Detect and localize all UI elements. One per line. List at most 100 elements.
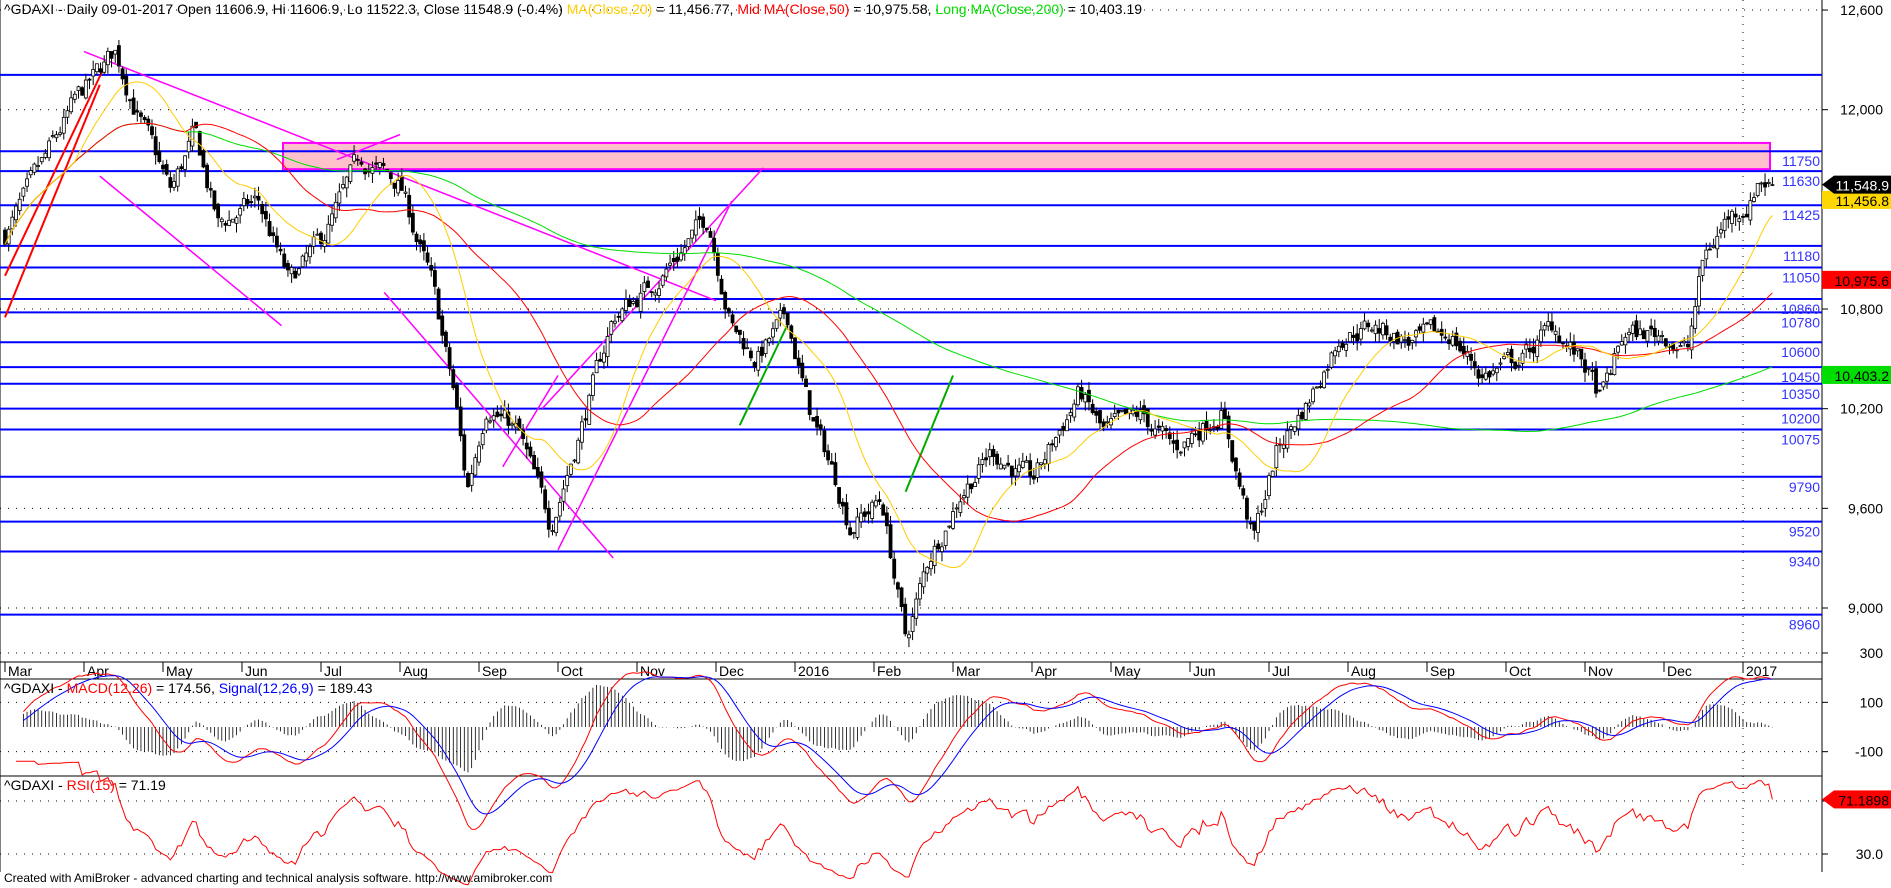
ma200-marker: 10,403.2 [1835, 368, 1890, 384]
candle-up [591, 374, 595, 396]
candle-up [1498, 362, 1503, 365]
candle-up [620, 308, 625, 322]
level-label: 10350 [1781, 386, 1820, 402]
date-tick-label: Mar [8, 663, 32, 679]
candle-up [1494, 367, 1499, 374]
candle-down [1476, 369, 1481, 379]
date-tick-label: May [1114, 663, 1140, 679]
rsi-value: = 71.19 [114, 777, 166, 793]
candle-down [421, 240, 426, 252]
candle-down [433, 270, 437, 287]
candle-up [929, 561, 933, 570]
candle-up [1362, 320, 1367, 330]
candle-up [1024, 460, 1029, 463]
price-tick-label: 10,200 [1840, 401, 1883, 417]
candle-down [837, 487, 841, 504]
candle-up [631, 301, 636, 304]
candle-down [796, 357, 801, 366]
signal-line [23, 675, 1773, 815]
candle-up [32, 163, 37, 173]
level-label: 11050 [1782, 269, 1820, 285]
signal-label: Signal(12,26,9) [218, 680, 314, 696]
candle-down [1443, 336, 1448, 339]
candle-down [363, 168, 367, 175]
candle-down [392, 182, 397, 189]
candle-up [1516, 364, 1521, 367]
candle-down [407, 194, 412, 218]
price-tick-label: 9,000 [1848, 600, 1883, 616]
candle-down [359, 161, 364, 165]
candle-up [241, 198, 246, 206]
candle-up [297, 268, 301, 275]
rsi-line [16, 760, 1773, 886]
candle-up [315, 233, 320, 236]
candle-up [1660, 334, 1665, 337]
candle-up [1329, 352, 1334, 368]
candle-down [1572, 341, 1576, 355]
candle-down [804, 378, 808, 388]
ma50-line [4, 122, 1773, 522]
candle-up [1722, 218, 1727, 231]
candle-up [605, 336, 610, 357]
rsi-marker-arrow [1822, 790, 1834, 809]
candle-up [987, 449, 992, 458]
candle-down [451, 369, 456, 389]
candle-down [1685, 344, 1690, 348]
level-label: 11425 [1782, 207, 1820, 223]
candle-down [1417, 326, 1422, 331]
candle-down [1594, 368, 1598, 394]
candles [3, 39, 1775, 648]
candle-down [1384, 325, 1389, 336]
level-label: 10600 [1781, 344, 1820, 360]
candle-down [1550, 321, 1554, 331]
level-label: 9790 [1789, 479, 1820, 495]
candle-down [135, 110, 140, 113]
candle-up [1542, 325, 1547, 331]
candle-down [429, 265, 434, 271]
candle-down [535, 467, 540, 477]
candle-up [657, 288, 661, 296]
macd-tick-label: 300 [1860, 645, 1884, 661]
candle-down [1087, 389, 1091, 403]
candle-down [216, 203, 221, 219]
candle-up [1307, 402, 1312, 407]
candle-up [1630, 324, 1635, 334]
candle-up [1638, 328, 1643, 336]
candle-down [1300, 412, 1304, 420]
date-tick-label: Sep [1430, 663, 1455, 679]
candle-down [278, 248, 283, 252]
candle-down [1050, 443, 1055, 446]
candle-down [818, 424, 823, 430]
candle-up [1450, 336, 1455, 346]
candle-up [1656, 335, 1661, 342]
candle-down [701, 216, 706, 228]
candle-down [1590, 369, 1595, 372]
trendline-green [904, 375, 954, 493]
ma50-marker: 10,975.6 [1835, 273, 1890, 289]
candle-down [848, 527, 853, 536]
candle-up [1693, 306, 1698, 329]
candle-down [675, 256, 680, 262]
candle-up [859, 512, 864, 523]
candle-down [866, 511, 871, 515]
candle-up [69, 97, 74, 113]
candle-up [1752, 197, 1756, 202]
candle-down [1458, 340, 1462, 352]
candle-down [245, 198, 250, 205]
candle-up [172, 181, 176, 188]
candle-down [161, 164, 165, 170]
candle-up [1491, 370, 1496, 375]
candle-down [704, 227, 709, 231]
candle-up [609, 321, 614, 335]
candle-down [785, 312, 790, 326]
candle-up [1678, 345, 1683, 348]
candle-down [1094, 410, 1099, 416]
candle-down [425, 252, 430, 263]
candle-down [1425, 322, 1429, 325]
candle-up [1737, 218, 1742, 223]
candle-up [851, 532, 856, 535]
candle-up [25, 178, 29, 187]
candle-up [488, 420, 492, 423]
candle-up [925, 566, 930, 574]
candle-up [510, 423, 514, 426]
